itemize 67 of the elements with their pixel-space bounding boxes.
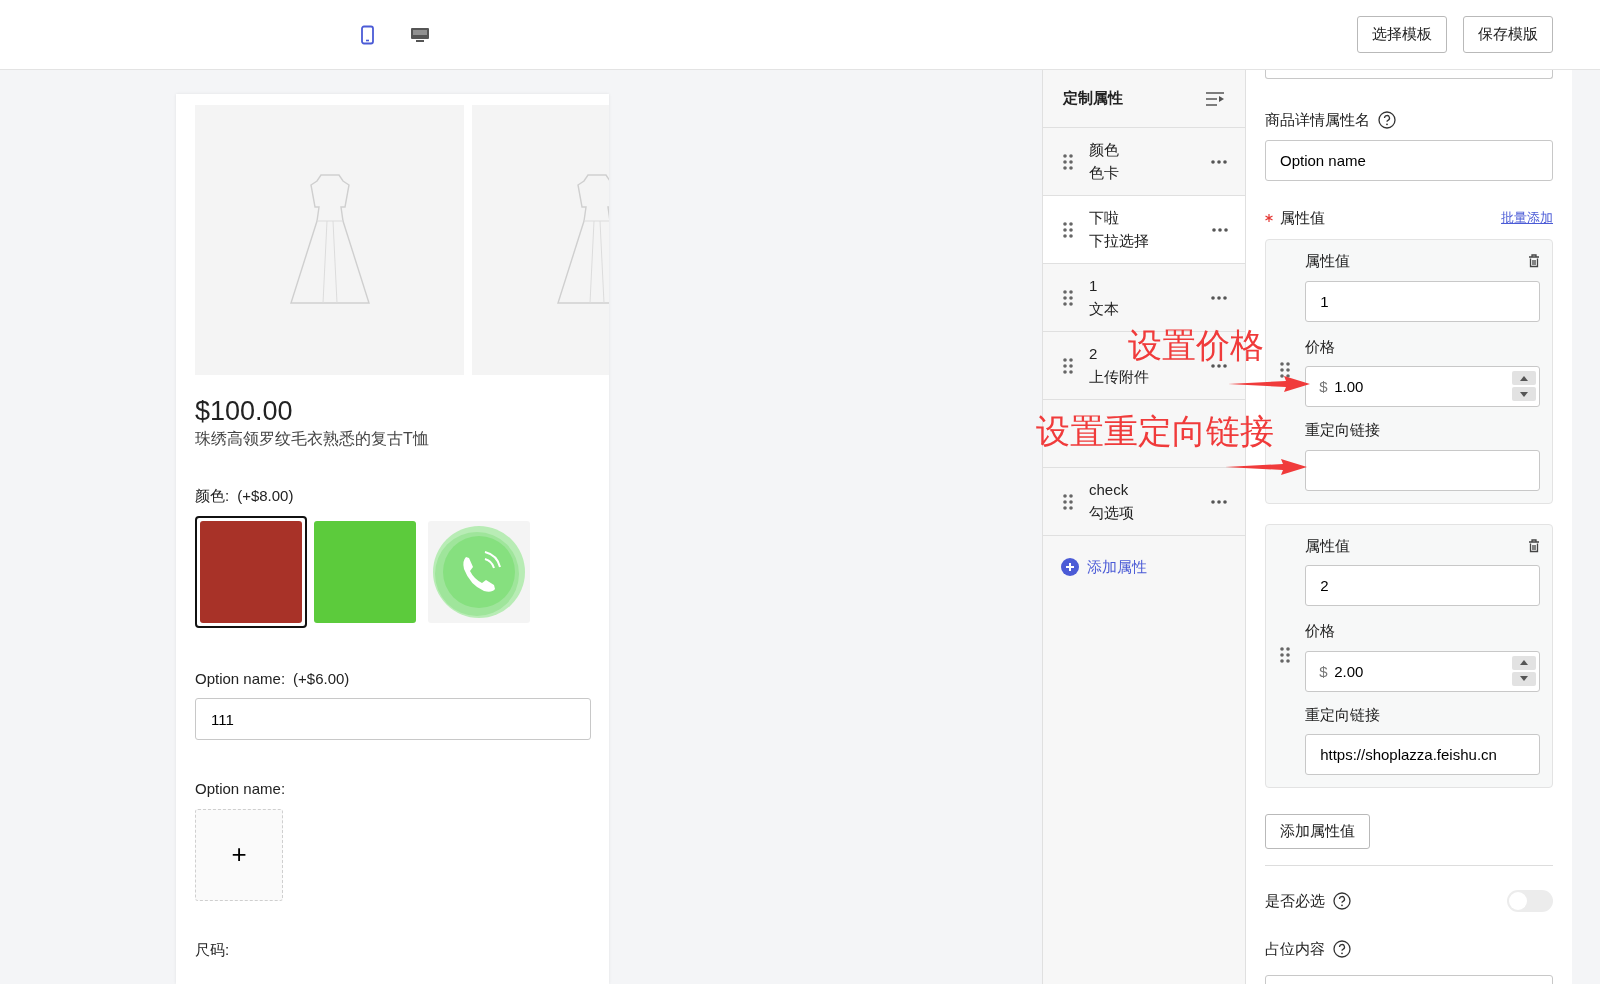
drag-handle-icon[interactable] [1280,362,1290,379]
field-label: 属性值 [1280,207,1325,228]
attribute-type: 文本 [1089,298,1119,319]
url-field[interactable]: https://shoplazza.feishu.cn [1305,734,1540,775]
attribute-type: 色卡 [1089,162,1119,183]
drag-handle-icon[interactable] [1063,357,1073,374]
field-label: 价格 [1305,621,1337,641]
drag-handle-icon[interactable] [1063,493,1073,510]
drag-handle-icon[interactable] [1063,289,1073,306]
add-icon[interactable] [1061,558,1079,577]
text-field[interactable]: 1 [1305,280,1540,322]
field-label: 商品详情属性名 [1265,110,1370,130]
help-icon[interactable] [1378,111,1396,130]
more-icon[interactable] [1212,227,1228,232]
attribute-name: 1 [1089,276,1099,296]
attribute-type: 勾选项 [1089,502,1134,523]
text-field[interactable]: Option name [1265,139,1553,181]
annotation-text: 设置重定向链接 [1036,414,1274,448]
attribute-type: 下拉选择 [1089,230,1149,251]
bulk-add-link[interactable]: 批量添加 [1501,208,1553,228]
add-value-button[interactable]: 添加属性值 [1265,814,1370,849]
option-surcharge: (+$6.00) [293,668,350,689]
option-label: 颜色: [195,486,230,507]
currency-symbol: $ [1319,661,1328,682]
field-label: 属性值 [1305,251,1351,271]
attribute-name: 下啦 [1089,208,1120,228]
trash-icon[interactable] [1528,538,1540,553]
field-label: 属性值 [1305,535,1351,556]
drag-handle-icon[interactable] [1063,153,1073,170]
toolbar-button[interactable]: 选择模板 [1357,16,1447,53]
trash-icon[interactable] [1528,254,1540,269]
upload-button[interactable]: + [195,808,283,901]
help-icon[interactable] [1333,940,1351,959]
option-label: Option name: [195,668,286,689]
help-icon[interactable] [1333,891,1351,910]
attribute-name: 颜色 [1089,140,1119,160]
toolbar-button[interactable]: 保存模版 [1463,16,1553,53]
annotation-text: 设置价格 [1128,328,1264,362]
more-icon[interactable] [1211,159,1227,164]
attribute-name: 2 [1089,344,1099,364]
collapse-icon[interactable] [1205,90,1225,107]
more-icon[interactable] [1211,499,1227,504]
input-field[interactable] [1265,70,1553,79]
product-price: $100.00 [195,395,294,428]
url-field[interactable] [1305,449,1540,491]
add-attribute-link[interactable]: 添加属性 [1087,556,1147,579]
field-label: 重定向链接 [1305,420,1382,440]
product-title: 珠绣高领罗纹毛衣熟悉的复古T恤 [195,429,430,450]
field-label: 是否必选 [1265,890,1325,911]
option-label: 尺码: [195,939,230,960]
text-field[interactable]: 2 [1305,565,1540,606]
stepper-icon[interactable] [1512,655,1536,686]
more-icon[interactable] [1211,363,1227,368]
panel-title: 定制属性 [1063,88,1123,109]
field-label: 价格 [1305,336,1337,357]
drag-handle-icon[interactable] [1063,221,1073,238]
attribute-type: 上传附件 [1089,366,1149,387]
attribute-name: check [1089,480,1130,500]
field-label: 重定向链接 [1305,704,1382,725]
text-field[interactable]: 111 [195,698,591,741]
field-label: 占位内容 [1265,939,1325,959]
currency-symbol: $ [1319,377,1328,397]
option-surcharge: (+$8.00) [237,486,294,507]
option-label: Option name: [195,779,286,800]
stepper-icon[interactable] [1512,371,1536,401]
more-icon[interactable] [1211,295,1227,300]
drag-handle-icon[interactable] [1280,646,1290,663]
